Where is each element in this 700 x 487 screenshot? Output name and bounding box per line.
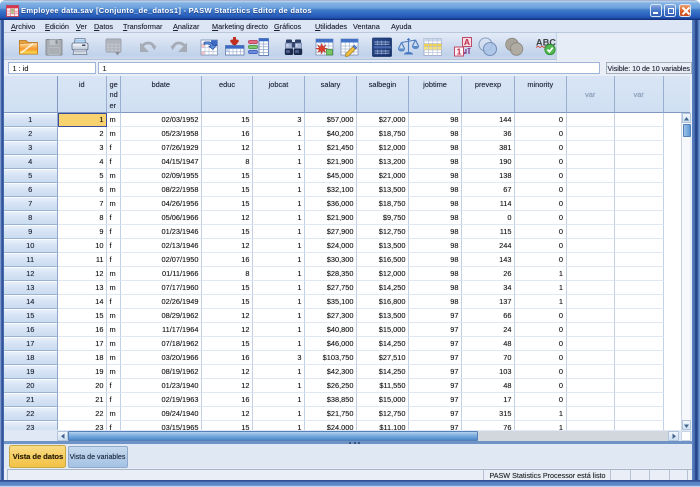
svg-text:A: A	[464, 37, 470, 47]
svg-text:1: 1	[457, 47, 462, 57]
